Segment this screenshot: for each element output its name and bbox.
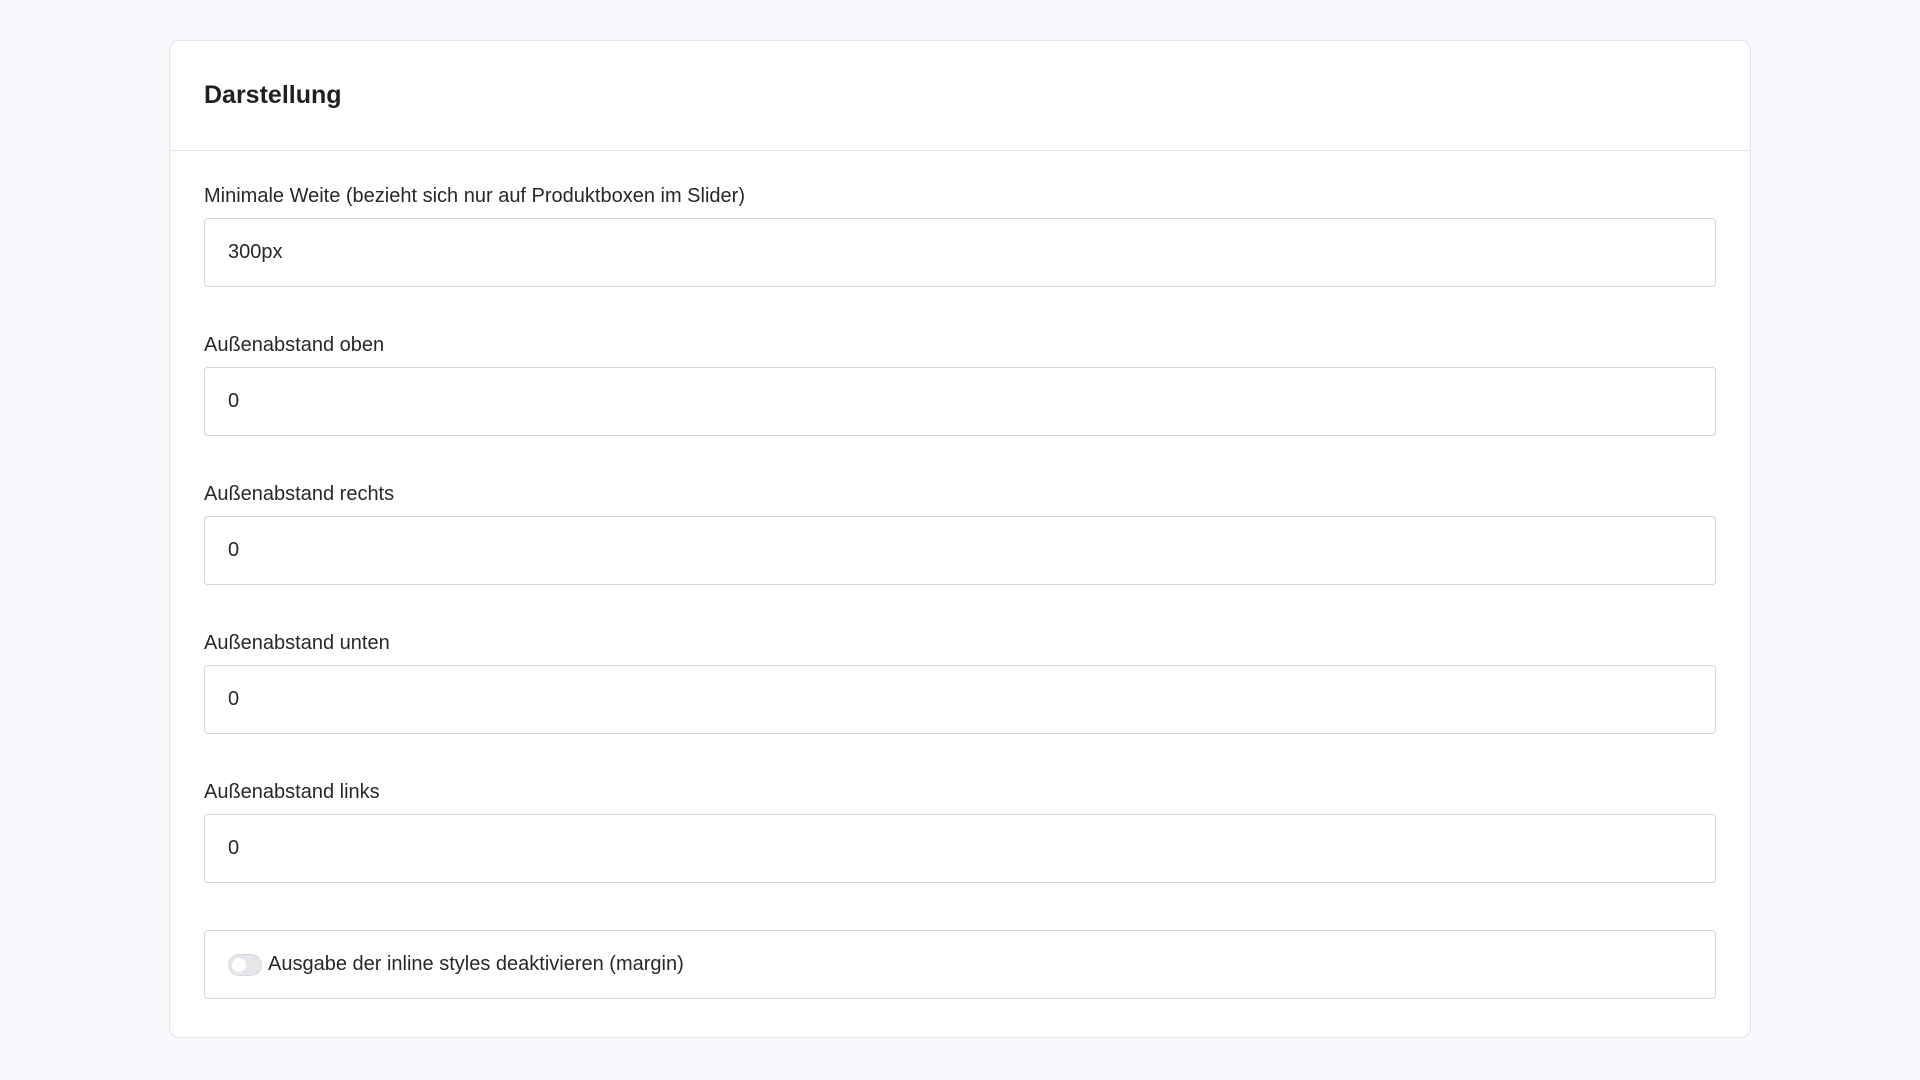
margin-top-input[interactable] bbox=[204, 367, 1716, 436]
margin-right-label: Außenabstand rechts bbox=[204, 483, 395, 505]
margin-top-label: Außenabstand oben bbox=[204, 334, 385, 356]
margin-right-input[interactable] bbox=[204, 516, 1716, 585]
inline-styles-toggle[interactable] bbox=[228, 953, 262, 976]
inline-styles-toggle-label: Ausgabe der inline styles deaktivieren (… bbox=[268, 953, 684, 975]
field-margin-right: Außenabstand rechts bbox=[204, 483, 1716, 585]
card-header: Darstellung bbox=[170, 41, 1750, 151]
card-title: Darstellung bbox=[204, 81, 342, 109]
margin-bottom-input[interactable] bbox=[204, 665, 1716, 734]
field-margin-left: Außenabstand links bbox=[204, 781, 1716, 883]
field-margin-bottom: Außenabstand unten bbox=[204, 632, 1716, 734]
margin-left-input[interactable] bbox=[204, 814, 1716, 883]
margin-bottom-label: Außenabstand unten bbox=[204, 632, 390, 654]
margin-left-label: Außenabstand links bbox=[204, 781, 380, 803]
settings-card: Darstellung Minimale Weite (bezieht sich… bbox=[169, 40, 1751, 1038]
field-min-width: Minimale Weite (bezieht sich nur auf Pro… bbox=[204, 185, 1716, 287]
inline-styles-toggle-row: Ausgabe der inline styles deaktivieren (… bbox=[204, 930, 1716, 999]
card-body: Minimale Weite (bezieht sich nur auf Pro… bbox=[170, 151, 1750, 999]
toggle-knob bbox=[232, 957, 246, 972]
min-width-input[interactable] bbox=[204, 218, 1716, 287]
min-width-label: Minimale Weite (bezieht sich nur auf Pro… bbox=[204, 185, 745, 207]
field-margin-top: Außenabstand oben bbox=[204, 334, 1716, 436]
